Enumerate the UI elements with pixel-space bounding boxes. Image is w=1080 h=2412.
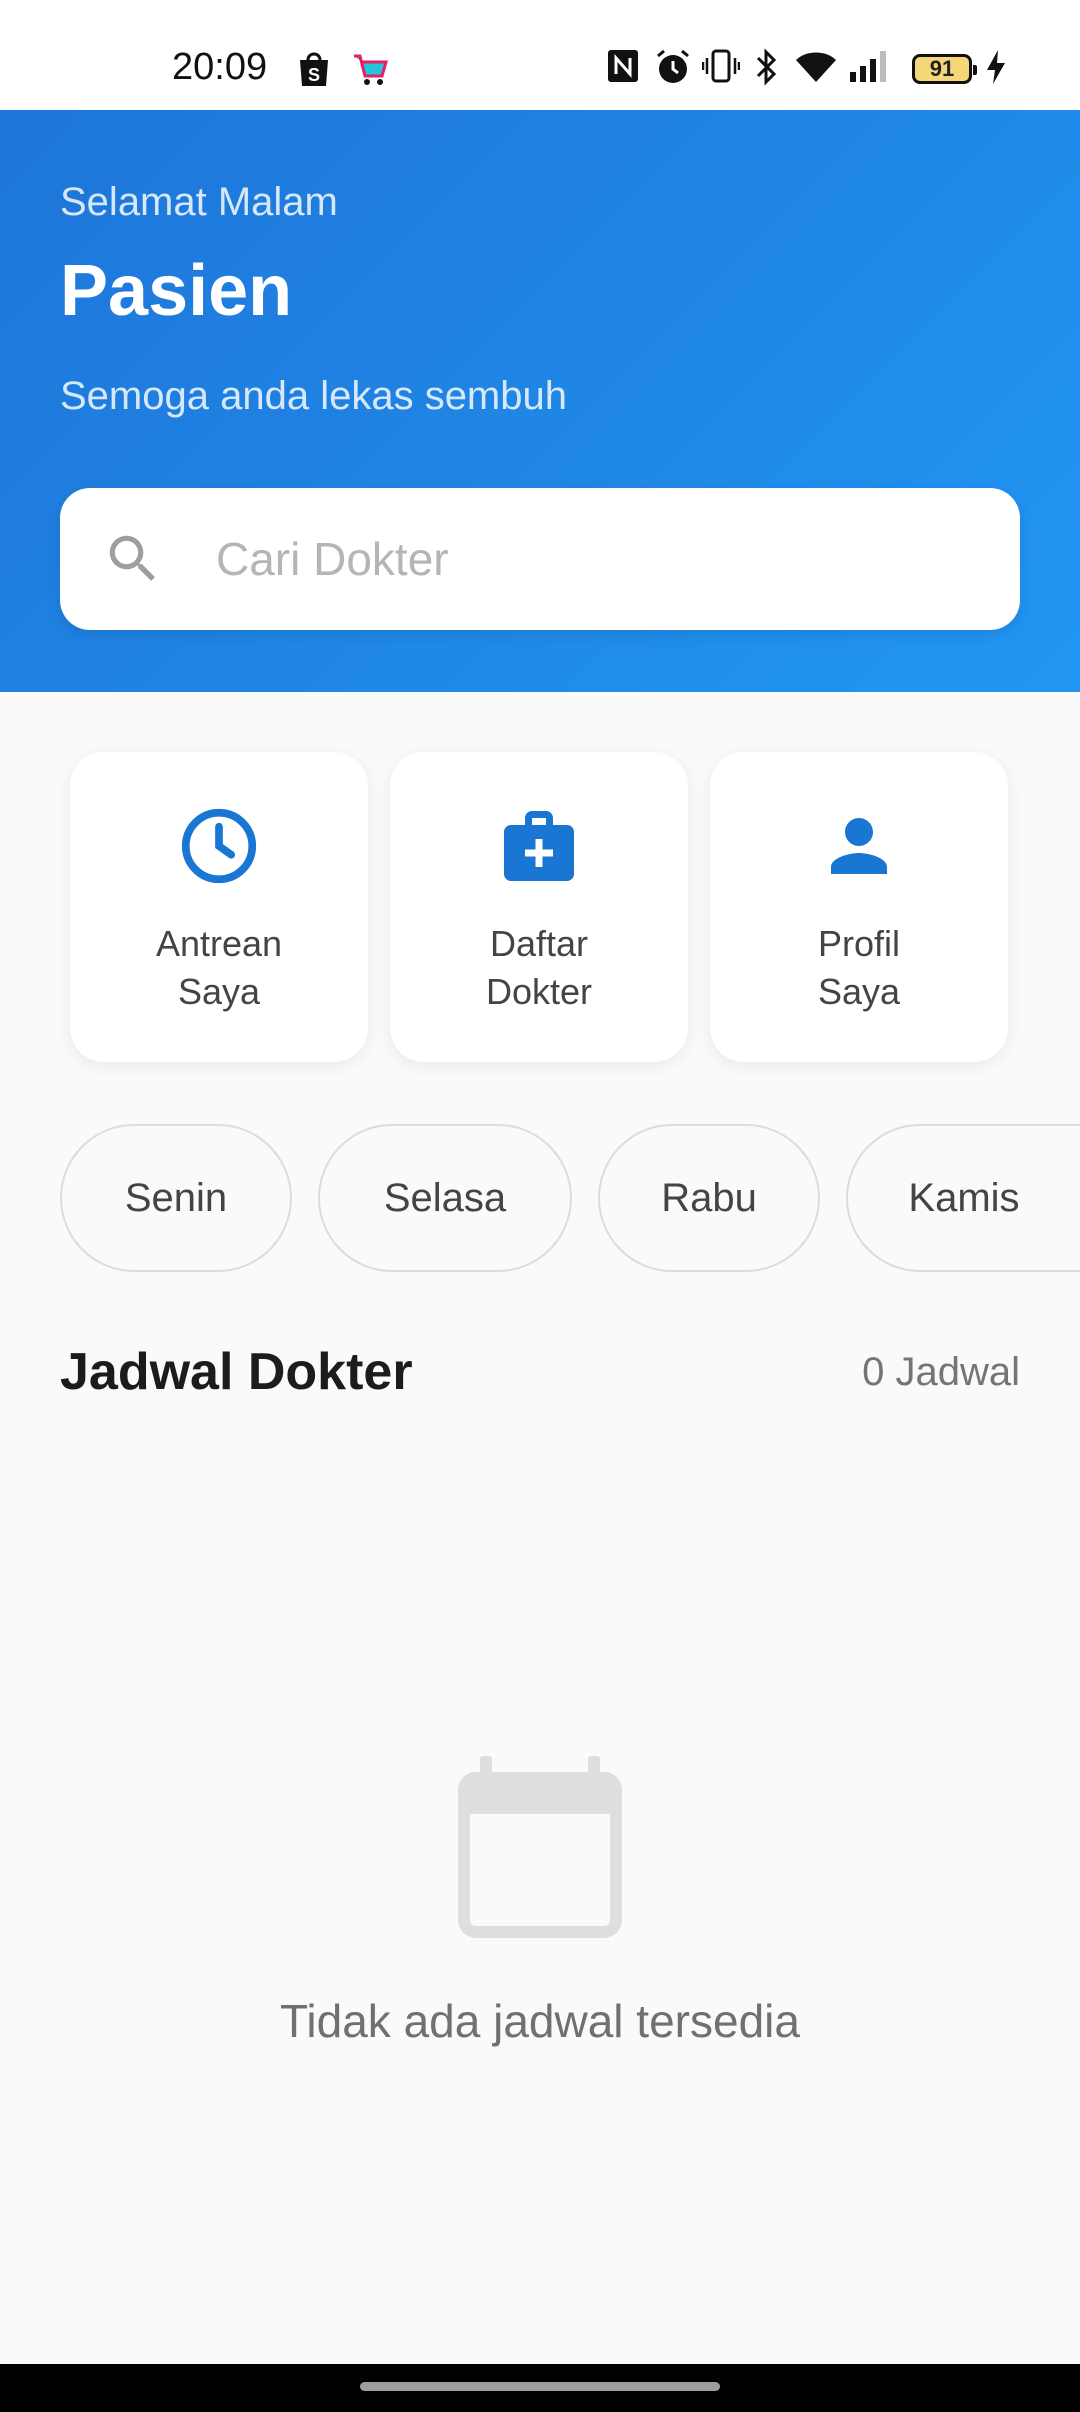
status-time: 20:09 [172, 46, 268, 88]
queue-card[interactable]: Antrean Saya [70, 752, 368, 1062]
svg-text:S: S [308, 65, 320, 85]
empty-state-text: Tidak ada jadwal tersedia [280, 1995, 800, 2047]
subtitle-text: Semoga anda lekas sembuh [60, 374, 567, 418]
greeting-text: Selamat Malam [60, 180, 338, 224]
bluetooth-icon [752, 48, 780, 86]
wifi-icon [794, 48, 838, 84]
search-bar[interactable] [60, 488, 1020, 630]
nfc-icon [606, 48, 640, 84]
alarm-icon [654, 48, 692, 86]
signal-icon [848, 48, 892, 84]
vibrate-icon [702, 48, 740, 84]
person-icon [831, 818, 887, 874]
queue-card-label: Antrean Saya [155, 923, 283, 1012]
day-chip-senin[interactable]: Senin [60, 1124, 292, 1272]
search-input[interactable] [216, 488, 976, 630]
charging-icon [984, 48, 1008, 86]
header: Selamat Malam Pasien Semoga anda lekas s… [0, 110, 1080, 692]
search-icon [109, 535, 155, 581]
cart-icon [350, 48, 390, 88]
doctor-list-card-label: Daftar Dokter [485, 923, 593, 1012]
status-bar: 20:09 S 91 [0, 0, 1080, 110]
doctor-list-card[interactable]: Daftar Dokter [390, 752, 688, 1062]
day-chip-kamis[interactable]: Kamis [846, 1124, 1080, 1272]
navigation-bar [0, 2364, 1080, 2412]
schedule-title: Jadwal Dokter [60, 1343, 413, 1401]
shopee-icon: S [296, 48, 332, 88]
profile-card-label: Profil Saya [817, 923, 901, 1012]
schedule-count: 0 Jadwal [862, 1350, 1020, 1394]
home-indicator[interactable] [360, 2382, 720, 2391]
user-name: Pasien [60, 251, 293, 331]
profile-card[interactable]: Profil Saya [710, 752, 1008, 1062]
clock-icon [181, 808, 257, 884]
day-chip-rabu[interactable]: Rabu [598, 1124, 820, 1272]
battery-icon: 91 [912, 54, 977, 84]
medical-bag-icon [504, 811, 574, 881]
calendar-icon [458, 1756, 622, 1938]
day-chip-selasa[interactable]: Selasa [318, 1124, 572, 1272]
